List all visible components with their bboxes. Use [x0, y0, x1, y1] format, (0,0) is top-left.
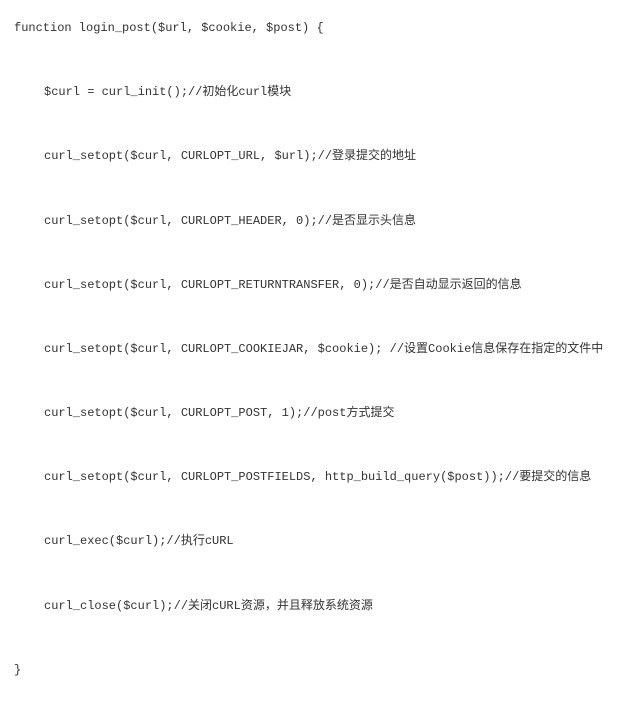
blank-line	[14, 376, 627, 388]
blank-line	[14, 568, 627, 580]
code-line: $curl = curl_init();//初始化curl模块	[14, 84, 627, 101]
blank-line	[14, 311, 627, 323]
code-line: curl_setopt($curl, CURLOPT_POSTFIELDS, h…	[14, 469, 627, 486]
code-line: curl_setopt($curl, CURLOPT_POST, 1);//po…	[14, 405, 627, 422]
blank-line	[14, 632, 627, 644]
blank-line	[14, 504, 627, 516]
blank-line	[14, 440, 627, 452]
code-line: }	[14, 662, 627, 679]
code-line: function login_post($url, $cookie, $post…	[14, 20, 627, 37]
code-line: curl_setopt($curl, CURLOPT_COOKIEJAR, $c…	[14, 341, 627, 358]
code-line: curl_setopt($curl, CURLOPT_URL, $url);//…	[14, 148, 627, 165]
code-line: curl_setopt($curl, CURLOPT_RETURNTRANSFE…	[14, 277, 627, 294]
code-line: curl_setopt($curl, CURLOPT_HEADER, 0);//…	[14, 213, 627, 230]
code-line: curl_exec($curl);//执行cURL	[14, 533, 627, 550]
code-block: function login_post($url, $cookie, $post…	[0, 0, 641, 717]
blank-line	[14, 183, 627, 195]
blank-line	[14, 247, 627, 259]
blank-line	[14, 119, 627, 131]
blank-line	[14, 55, 627, 67]
code-line: curl_close($curl);//关闭cURL资源，并且释放系统资源	[14, 598, 627, 615]
